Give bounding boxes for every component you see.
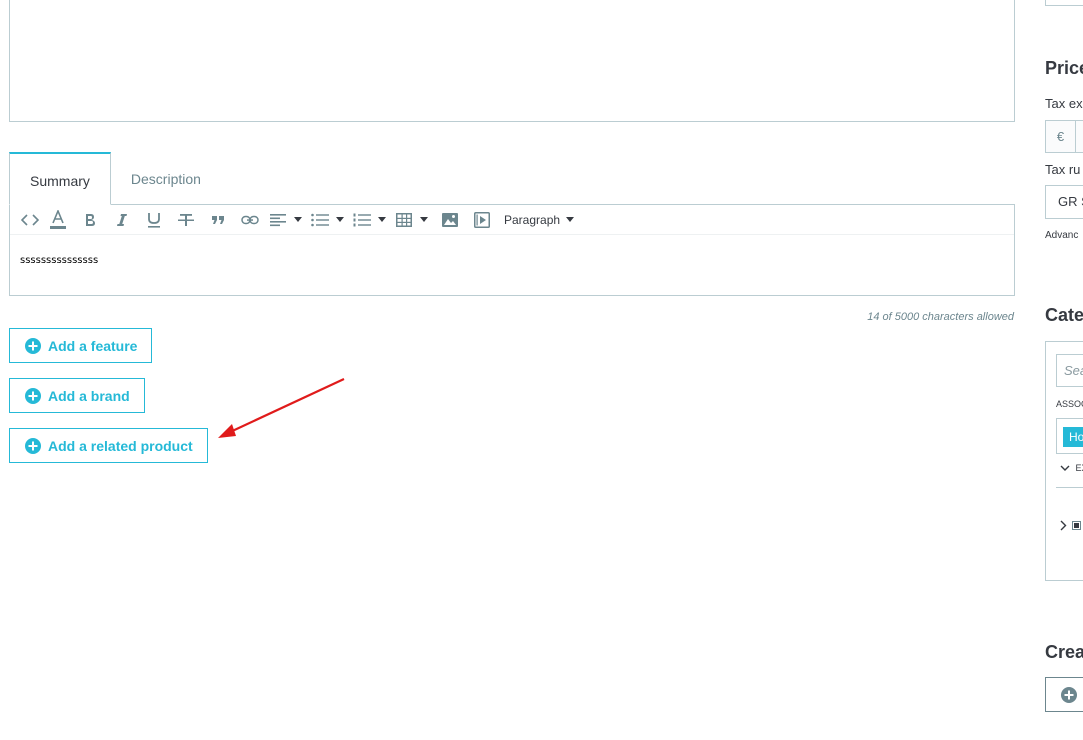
add-feature-button[interactable]: Add a feature xyxy=(9,328,153,363)
chevron-down-icon xyxy=(378,217,386,222)
underline-icon[interactable] xyxy=(138,206,170,234)
link-icon[interactable] xyxy=(234,206,266,234)
align-icon xyxy=(266,206,290,234)
create-category-heading: Crea xyxy=(1045,642,1083,662)
currency-symbol: € xyxy=(1046,121,1076,152)
summary-editor: Paragraph sssssssssssssss xyxy=(9,204,1015,296)
plus-circle-icon xyxy=(1061,686,1077,703)
bullet-list-dropdown[interactable] xyxy=(308,206,350,234)
divider xyxy=(1056,487,1083,488)
category-checkbox[interactable] xyxy=(1072,521,1081,530)
numbered-list-dropdown[interactable] xyxy=(350,206,392,234)
chevron-down-icon xyxy=(566,217,575,222)
tab-summary[interactable]: Summary xyxy=(9,152,111,205)
expand-categories-toggle[interactable]: EX xyxy=(1060,463,1083,473)
category-tag[interactable]: Ho xyxy=(1063,427,1083,447)
associated-categories-box: Ho xyxy=(1056,418,1083,454)
add-related-product-label: Add a related product xyxy=(48,437,193,454)
category-search-input[interactable]: Sea xyxy=(1056,354,1083,387)
tax-excluded-label: Tax ex xyxy=(1045,96,1083,111)
add-brand-button[interactable]: Add a brand xyxy=(9,378,145,413)
price-input[interactable]: € xyxy=(1045,120,1083,153)
chevron-down-icon xyxy=(1060,465,1070,472)
add-brand-label: Add a brand xyxy=(48,387,130,404)
bold-icon[interactable] xyxy=(74,206,106,234)
italic-icon[interactable] xyxy=(106,206,138,234)
blockquote-icon[interactable] xyxy=(202,206,234,234)
character-counter: 14 of 5000 characters allowed xyxy=(867,311,1014,323)
numbered-list-icon xyxy=(350,206,374,234)
media-icon[interactable] xyxy=(466,206,498,234)
paragraph-format-select[interactable]: Paragraph xyxy=(498,206,580,234)
tax-rule-select[interactable]: GR S xyxy=(1045,185,1083,219)
add-related-product-button[interactable]: Add a related product xyxy=(9,428,208,463)
annotation-arrow xyxy=(218,378,345,438)
bullet-list-icon xyxy=(308,206,332,234)
categories-heading: Cate xyxy=(1045,305,1083,325)
previous-editor-area[interactable] xyxy=(9,0,1015,122)
add-feature-label: Add a feature xyxy=(48,337,138,354)
create-category-button[interactable] xyxy=(1045,677,1083,712)
plus-circle-icon xyxy=(25,337,41,354)
align-dropdown[interactable] xyxy=(266,206,308,234)
strikethrough-icon[interactable] xyxy=(170,206,202,234)
paragraph-label: Paragraph xyxy=(504,212,561,227)
table-icon xyxy=(392,206,416,234)
chevron-down-icon xyxy=(336,217,344,222)
chevron-down-icon xyxy=(294,217,302,222)
expand-label: EX xyxy=(1075,463,1083,473)
price-heading: Price xyxy=(1045,58,1083,78)
categories-panel: Sea ASSOC Ho EX xyxy=(1045,341,1083,581)
editor-toolbar: Paragraph xyxy=(10,205,1014,235)
chevron-right-icon xyxy=(1060,520,1067,531)
table-dropdown[interactable] xyxy=(392,206,434,234)
code-icon[interactable] xyxy=(18,206,42,234)
editor-text: sssssssssssssss xyxy=(20,255,99,266)
sidebar-top-field[interactable] xyxy=(1045,0,1083,6)
right-sidebar: Price Tax ex € Tax ru GR S Advanc Cate S… xyxy=(1045,0,1083,740)
editor-content-area[interactable]: sssssssssssssss xyxy=(10,235,1014,266)
image-icon[interactable] xyxy=(434,206,466,234)
associated-categories-label: ASSOC xyxy=(1056,399,1083,409)
tab-description[interactable]: Description xyxy=(111,152,221,205)
editor-tabs: Summary Description xyxy=(9,152,221,205)
advanced-settings-link[interactable]: Advanc xyxy=(1045,230,1078,241)
tax-rule-label: Tax ru xyxy=(1045,162,1081,177)
category-tree-item[interactable] xyxy=(1060,520,1081,531)
plus-circle-icon xyxy=(25,387,41,404)
text-color-icon[interactable] xyxy=(42,206,74,234)
plus-circle-icon xyxy=(25,437,41,454)
chevron-down-icon xyxy=(420,217,428,222)
